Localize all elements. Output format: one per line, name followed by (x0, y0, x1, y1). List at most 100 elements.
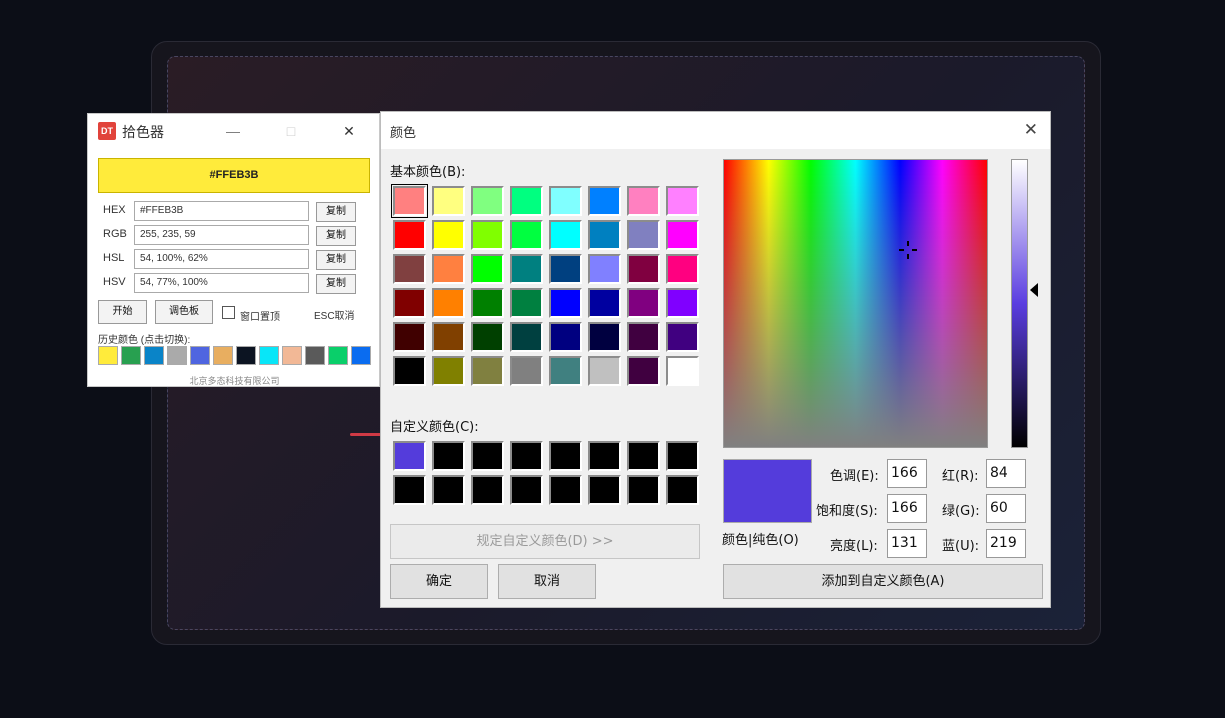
basic-color-swatch[interactable] (549, 254, 582, 284)
custom-color-swatch[interactable] (510, 441, 543, 471)
rgb-field[interactable]: 255, 235, 59 (134, 225, 309, 245)
basic-color-swatch[interactable] (627, 322, 660, 352)
green-field[interactable]: 60 (986, 494, 1026, 523)
custom-color-swatch[interactable] (588, 441, 621, 471)
basic-color-swatch[interactable] (510, 322, 543, 352)
custom-color-swatch[interactable] (432, 441, 465, 471)
custom-color-swatch[interactable] (471, 475, 504, 505)
luminance-slider[interactable] (1011, 159, 1028, 448)
history-swatch[interactable] (167, 346, 187, 365)
custom-color-swatch[interactable] (510, 475, 543, 505)
basic-color-swatch[interactable] (432, 186, 465, 216)
basic-color-swatch[interactable] (627, 356, 660, 386)
basic-color-swatch[interactable] (666, 186, 699, 216)
basic-color-swatch[interactable] (393, 356, 426, 386)
basic-color-swatch[interactable] (666, 288, 699, 318)
history-swatch[interactable] (144, 346, 164, 365)
custom-color-swatch[interactable] (666, 475, 699, 505)
basic-color-swatch[interactable] (627, 220, 660, 250)
start-button[interactable]: 开始 (98, 300, 147, 324)
basic-color-swatch[interactable] (510, 356, 543, 386)
basic-color-swatch[interactable] (666, 322, 699, 352)
basic-color-swatch[interactable] (666, 220, 699, 250)
basic-color-swatch[interactable] (549, 220, 582, 250)
basic-color-swatch[interactable] (393, 220, 426, 250)
history-swatch[interactable] (213, 346, 233, 365)
basic-color-swatch[interactable] (588, 220, 621, 250)
basic-color-swatch[interactable] (510, 288, 543, 318)
basic-color-swatch[interactable] (471, 254, 504, 284)
basic-color-swatch[interactable] (549, 322, 582, 352)
basic-color-swatch[interactable] (549, 186, 582, 216)
copy-hex-button[interactable]: 复制 (316, 202, 356, 222)
palette-button[interactable]: 调色板 (155, 300, 213, 324)
cancel-button[interactable]: 取消 (498, 564, 596, 599)
basic-color-swatch[interactable] (471, 288, 504, 318)
basic-color-swatch[interactable] (432, 322, 465, 352)
color-spectrum[interactable] (723, 159, 988, 448)
basic-color-swatch[interactable] (432, 220, 465, 250)
basic-color-swatch[interactable] (627, 254, 660, 284)
basic-color-swatch[interactable] (510, 254, 543, 284)
minimize-icon[interactable]: — (224, 122, 242, 140)
custom-color-swatch[interactable] (549, 441, 582, 471)
add-to-custom-colors-button[interactable]: 添加到自定义颜色(A) (723, 564, 1043, 599)
basic-color-swatch[interactable] (471, 356, 504, 386)
basic-color-swatch[interactable] (588, 322, 621, 352)
custom-color-swatch[interactable] (549, 475, 582, 505)
basic-color-swatch[interactable] (393, 254, 426, 284)
basic-color-swatch[interactable] (666, 254, 699, 284)
basic-color-swatch[interactable] (471, 220, 504, 250)
custom-color-swatch[interactable] (393, 441, 426, 471)
red-field[interactable]: 84 (986, 459, 1026, 488)
basic-color-swatch[interactable] (432, 288, 465, 318)
history-swatch[interactable] (328, 346, 348, 365)
custom-color-swatch[interactable] (588, 475, 621, 505)
history-swatch[interactable] (190, 346, 210, 365)
always-on-top-checkbox[interactable] (222, 306, 235, 319)
saturation-field[interactable]: 166 (887, 494, 927, 523)
basic-color-swatch[interactable] (510, 220, 543, 250)
basic-color-swatch[interactable] (588, 356, 621, 386)
history-swatch[interactable] (121, 346, 141, 365)
copy-rgb-button[interactable]: 复制 (316, 226, 356, 246)
history-swatch[interactable] (98, 346, 118, 365)
copy-hsv-button[interactable]: 复制 (316, 274, 356, 294)
basic-color-swatch[interactable] (432, 356, 465, 386)
basic-color-swatch[interactable] (549, 288, 582, 318)
history-swatch[interactable] (282, 346, 302, 365)
basic-color-swatch[interactable] (432, 254, 465, 284)
basic-color-swatch[interactable] (393, 322, 426, 352)
basic-color-swatch[interactable] (627, 186, 660, 216)
basic-color-swatch[interactable] (588, 186, 621, 216)
luminance-arrow-icon[interactable] (1030, 283, 1038, 297)
close-icon[interactable]: ✕ (340, 122, 358, 140)
custom-color-swatch[interactable] (393, 475, 426, 505)
basic-color-swatch[interactable] (549, 356, 582, 386)
custom-color-swatch[interactable] (432, 475, 465, 505)
blue-field[interactable]: 219 (986, 529, 1026, 558)
hue-field[interactable]: 166 (887, 459, 927, 488)
custom-color-swatch[interactable] (471, 441, 504, 471)
basic-color-swatch[interactable] (471, 322, 504, 352)
hex-field[interactable]: #FFEB3B (134, 201, 309, 221)
custom-color-swatch[interactable] (666, 441, 699, 471)
ok-button[interactable]: 确定 (390, 564, 488, 599)
basic-color-swatch[interactable] (391, 184, 428, 218)
custom-color-swatch[interactable] (627, 441, 660, 471)
history-swatch[interactable] (305, 346, 325, 365)
history-swatch[interactable] (351, 346, 371, 365)
dialog-close-icon[interactable]: ✕ (1024, 120, 1038, 140)
basic-color-swatch[interactable] (471, 186, 504, 216)
basic-color-swatch[interactable] (588, 288, 621, 318)
basic-color-swatch[interactable] (627, 288, 660, 318)
luminance-field[interactable]: 131 (887, 529, 927, 558)
history-swatch[interactable] (236, 346, 256, 365)
custom-color-swatch[interactable] (627, 475, 660, 505)
basic-color-swatch[interactable] (393, 288, 426, 318)
history-swatch[interactable] (259, 346, 279, 365)
maximize-icon[interactable]: □ (282, 122, 300, 140)
basic-color-swatch[interactable] (666, 356, 699, 386)
copy-hsl-button[interactable]: 复制 (316, 250, 356, 270)
hsv-field[interactable]: 54, 77%, 100% (134, 273, 309, 293)
